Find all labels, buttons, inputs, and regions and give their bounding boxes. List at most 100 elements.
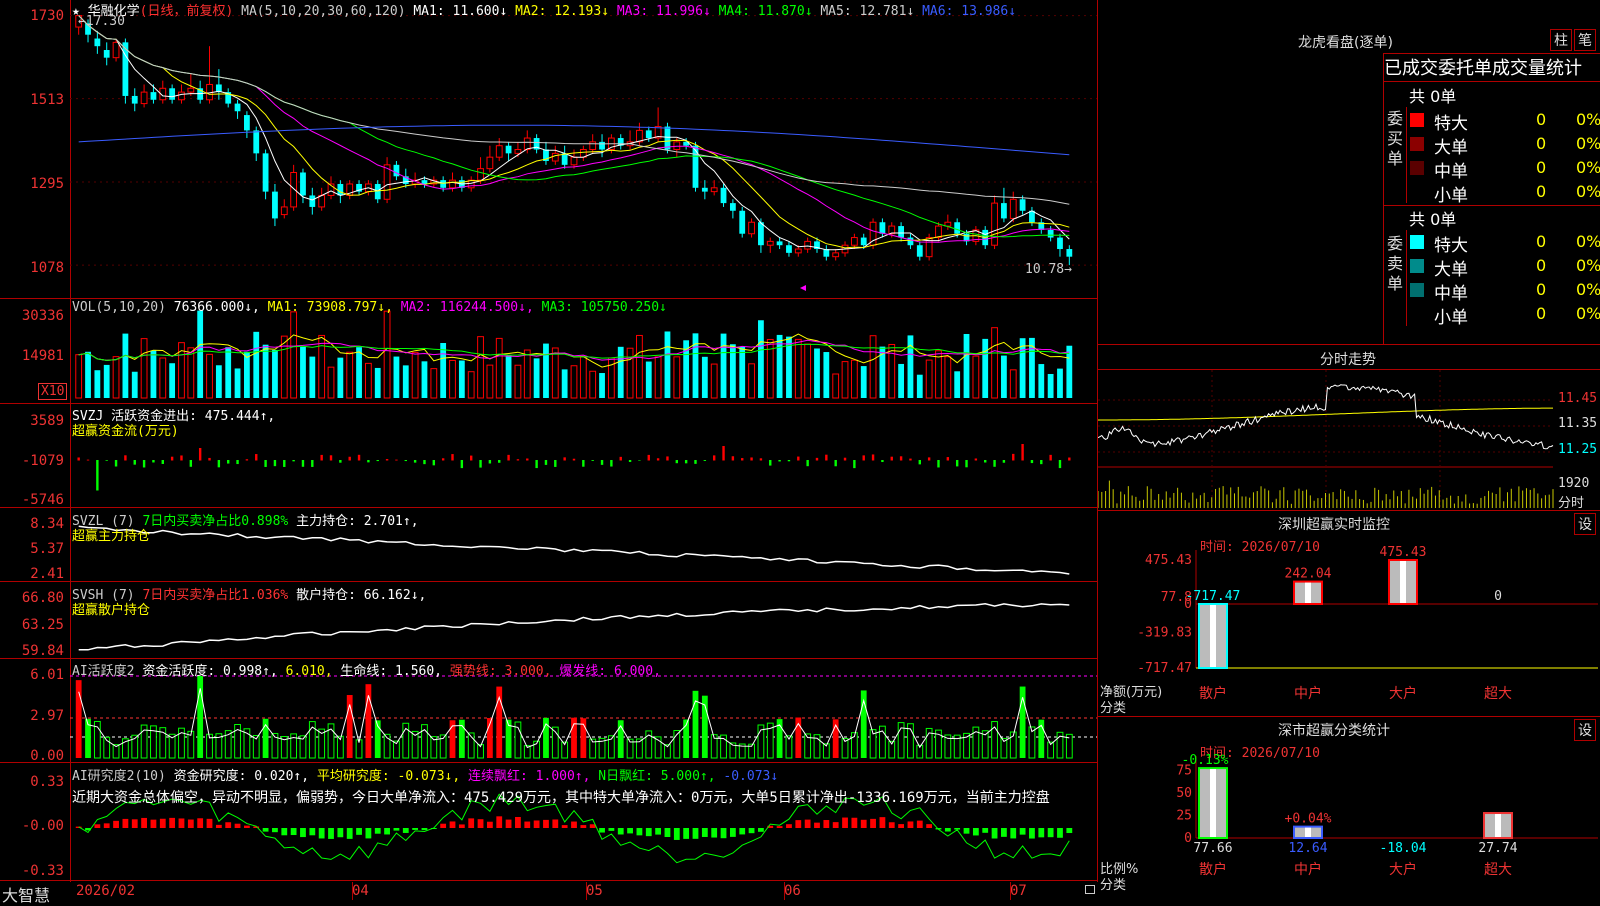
- fund-flow-bar: [245, 459, 249, 461]
- monitor-category-label: 散户: [1199, 685, 1227, 702]
- volume-bar: [579, 355, 587, 399]
- candle-body: [794, 248, 802, 254]
- fund-flow-bar: [311, 460, 314, 467]
- fund-flow-bar: [619, 456, 622, 461]
- volume-bar: [486, 364, 494, 399]
- volume-bar: [477, 336, 484, 399]
- volume-bar: [673, 356, 681, 399]
- research-bar: [496, 816, 503, 828]
- svzj-tick: -5746: [21, 492, 64, 508]
- lhb-title: 龙虎看盘(逐单): [1298, 35, 1393, 51]
- volume-bar: [841, 361, 849, 399]
- volume-bar: [159, 357, 167, 399]
- svzl-tick: 8.34: [30, 516, 64, 532]
- research-bar: [159, 818, 166, 828]
- vol-tick: 14981: [21, 348, 64, 364]
- candle-body: [187, 87, 195, 93]
- kline-svg[interactable]: [0, 0, 1098, 882]
- fund-flow-bar: [133, 460, 136, 465]
- ai1-header: AI活跃度2 资金活跃度: 0.998↑, 6.010, 生命线: 1.560,…: [72, 660, 661, 679]
- volume-bar: [122, 333, 129, 398]
- vol-value: 76366.000↓,: [173, 300, 260, 315]
- buy-row-name: 小单: [1434, 186, 1468, 206]
- fund-flow-bar: [255, 454, 258, 461]
- fund-flow-bar: [862, 455, 865, 461]
- retail-position-line: [78, 603, 1070, 651]
- fund-flow-bar: [292, 460, 295, 462]
- fund-flow-bar: [675, 460, 679, 464]
- research-bar: [814, 822, 820, 828]
- intraday-tab[interactable]: 分时: [1558, 492, 1584, 511]
- volume-bar: [290, 311, 298, 399]
- volume-bar: [505, 355, 512, 398]
- candle-body: [262, 153, 269, 192]
- candle-body: [280, 206, 288, 216]
- research-bar: [926, 824, 933, 828]
- research-bar: [617, 828, 624, 835]
- sell-row-value: 0: [1536, 304, 1547, 323]
- volume-bar: [850, 359, 858, 399]
- candle-body: [860, 237, 867, 246]
- research-bar: [655, 828, 662, 835]
- volume-bar: [495, 337, 503, 399]
- candle-body: [374, 183, 381, 200]
- volume-bar: [701, 356, 708, 398]
- svsh-sub: 超赢散户持仓: [72, 603, 151, 618]
- fund-flow-bar: [946, 457, 950, 461]
- volume-bar: [103, 364, 110, 398]
- vol-head: VOL(5,10,20): [72, 300, 166, 315]
- volume-bar: [944, 356, 952, 399]
- fund-flow-bar: [227, 460, 230, 464]
- fund-flow-bar: [1068, 457, 1071, 461]
- fund-flow-bar: [498, 460, 501, 463]
- research-bar: [776, 826, 783, 828]
- buy-color-swatch: [1410, 137, 1424, 151]
- candle-body: [112, 41, 120, 59]
- research-bar: [636, 828, 643, 836]
- intraday-chart[interactable]: [1098, 370, 1600, 510]
- volume-bar: [262, 344, 269, 398]
- classify-value-label: -18.04: [1380, 841, 1427, 856]
- lock-icon[interactable]: [1085, 885, 1095, 894]
- research-bar: [842, 817, 848, 828]
- fund-flow-bar: [600, 460, 604, 465]
- fund-flow-bar: [974, 458, 978, 461]
- monitor-chart[interactable]: 475.4377.80-319.83-717.47-717.47散户242.04…: [1098, 510, 1600, 710]
- ma-head: MA(5,10,20,30,60,120): [241, 4, 406, 19]
- research-bar: [374, 828, 381, 834]
- svzj-sub: 超赢资金流(万元): [72, 424, 179, 439]
- fund-flow-bar: [769, 460, 772, 466]
- research-bar: [916, 820, 923, 828]
- candle-body: [766, 240, 774, 246]
- fund-flow-bar: [432, 460, 436, 466]
- fund-flow-bar: [656, 458, 660, 461]
- sell-row: 中单 0 0%: [1410, 278, 1600, 304]
- svzl-position: 主力持仓: 2.701↑,: [296, 514, 419, 529]
- buy-row-name: 中单: [1434, 162, 1468, 182]
- column-mode-button[interactable]: 柱: [1550, 29, 1572, 51]
- candle-body: [551, 152, 559, 162]
- classify-chart[interactable]: 7550250-0.13%77.66散户+0.04%12.64中户-18.04大…: [1098, 716, 1600, 900]
- fund-flow-bar: [1058, 460, 1062, 469]
- main-chart-area[interactable]: 1730 1513 1295 1078 ★ 华融化学(日线，前复权) MA(5,…: [0, 0, 1098, 905]
- fund-flow-bar: [843, 457, 847, 461]
- ai1-burstline: 爆发线: 6.000,: [559, 664, 661, 679]
- svsh-net-ratio: 7日内买卖净占比1.036%: [142, 588, 289, 603]
- ma5-value: MA5: 12.781↓: [820, 4, 915, 19]
- buy-color-swatch: [1410, 161, 1424, 175]
- volume-bar: [972, 355, 980, 399]
- tick-mode-button[interactable]: 笔: [1574, 29, 1596, 51]
- fund-flow-bar: [759, 458, 763, 461]
- research-bar: [739, 828, 746, 835]
- fund-flow-bar: [871, 454, 875, 461]
- volume-bar: [636, 334, 643, 399]
- ai1-tick: 6.01: [30, 667, 64, 683]
- fund-flow-bar: [479, 460, 482, 468]
- sell-row-pct: 0%: [1576, 232, 1600, 251]
- research-bar: [870, 818, 876, 828]
- research-bar: [907, 821, 914, 828]
- candle-body: [318, 194, 326, 208]
- volume-bar: [898, 363, 904, 398]
- classify-value-label: 12.64: [1288, 841, 1327, 856]
- candle-body: [1047, 229, 1054, 238]
